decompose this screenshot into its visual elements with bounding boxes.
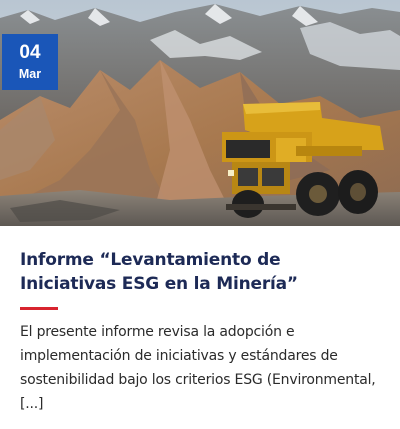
mining-truck-photo [0, 0, 400, 226]
news-card[interactable]: 04 Mar Informe “Levantamiento de Iniciat… [0, 0, 400, 429]
featured-image[interactable]: 04 Mar [0, 0, 400, 226]
date-badge: 04 Mar [2, 34, 58, 90]
date-month: Mar [18, 67, 42, 81]
accent-divider [20, 307, 58, 310]
card-body: Informe “Levantamiento de Iniciativas ES… [0, 226, 400, 429]
post-excerpt: El presente informe revisa la adopción e… [20, 324, 376, 412]
post-title-link[interactable]: Informe “Levantamiento de Iniciativas ES… [20, 248, 380, 296]
date-day: 04 [19, 42, 41, 63]
